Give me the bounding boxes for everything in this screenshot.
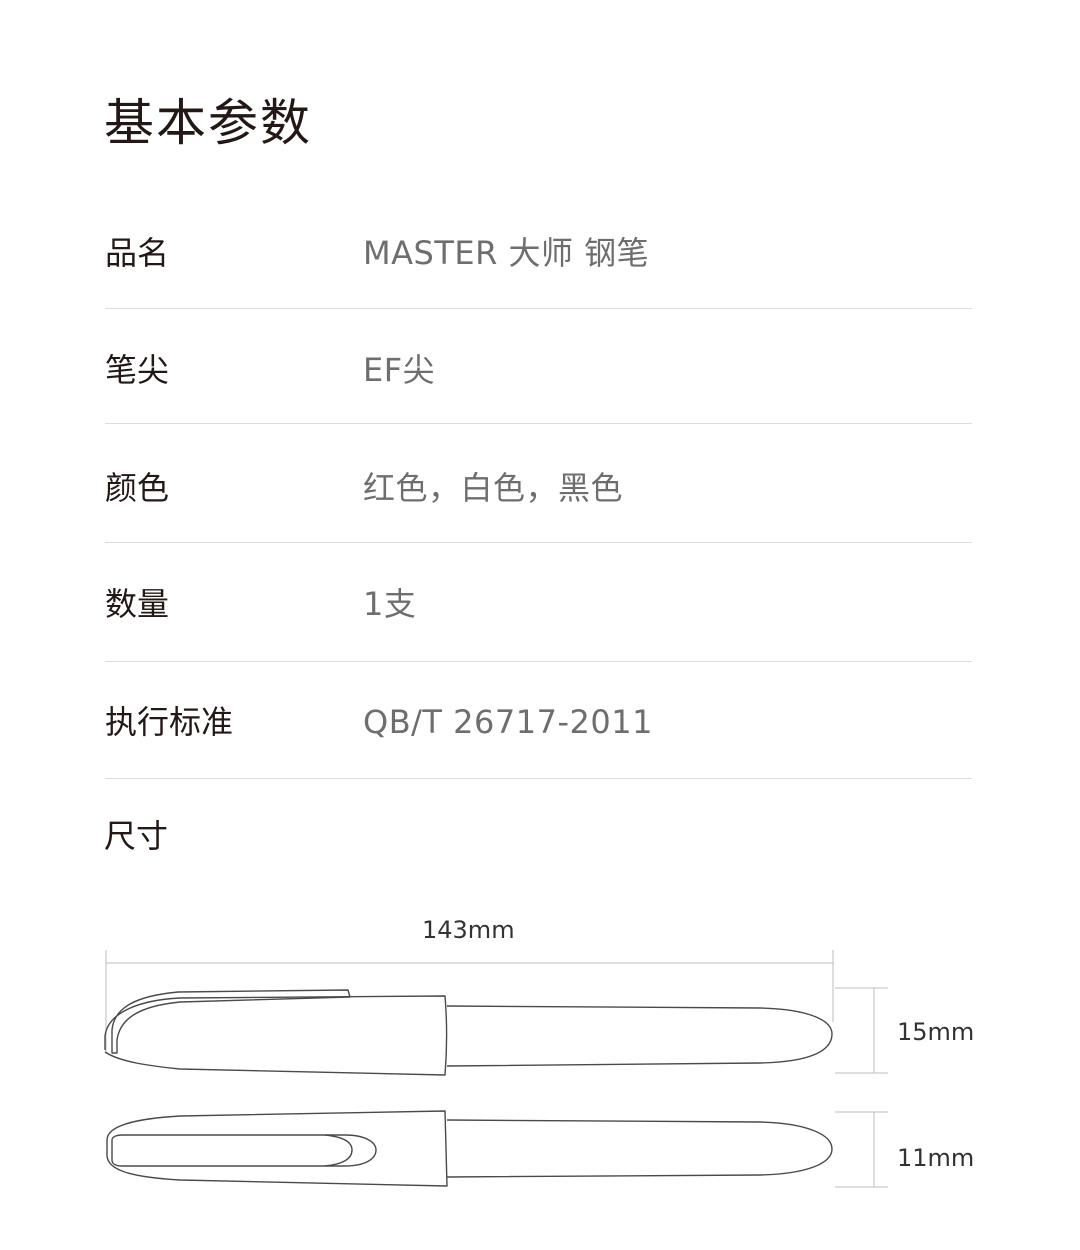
pen-cap-top	[106, 1110, 448, 1187]
pen-dimension-drawing	[104, 950, 888, 1188]
pen-barrel-side	[446, 1005, 833, 1067]
pen-barrel-top	[446, 1119, 833, 1178]
pen-clip-top	[111, 1134, 377, 1167]
pen-cap-side	[104, 995, 448, 1076]
pen-clip-top-inner	[324, 1134, 353, 1167]
pen-top-view	[106, 1110, 833, 1187]
pen-clip-side	[111, 989, 351, 1054]
pen-side-view	[104, 989, 833, 1076]
